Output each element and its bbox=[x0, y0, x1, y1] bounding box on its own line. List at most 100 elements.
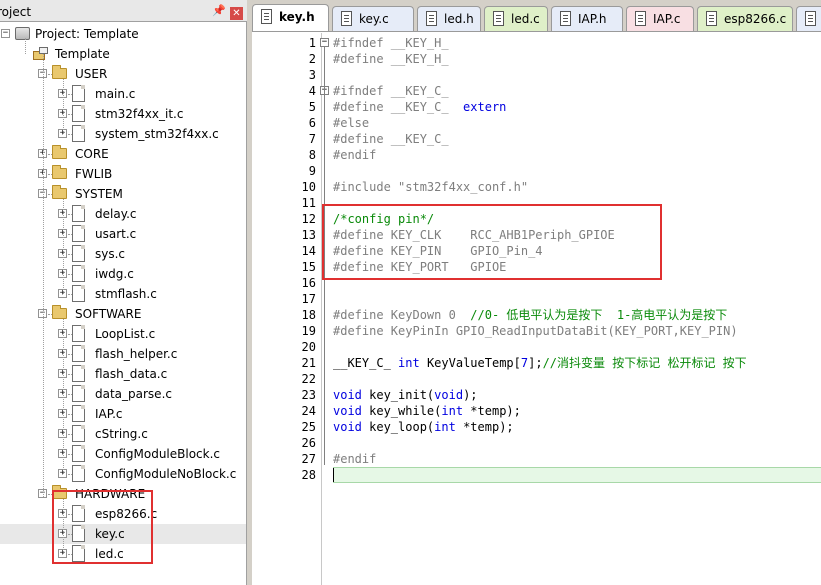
tree-row-data-parse-c[interactable]: + data_parse.c bbox=[0, 384, 246, 404]
tab-led-c[interactable]: led.c bbox=[484, 6, 548, 31]
c-file-icon bbox=[72, 345, 85, 362]
target-icon-board bbox=[39, 47, 48, 54]
tree-row-system[interactable]: − SYSTEM bbox=[0, 184, 246, 204]
code-line[interactable]: void key_loop(int *temp); bbox=[333, 419, 514, 435]
line-number: 15 bbox=[301, 260, 316, 274]
c-file-icon bbox=[72, 365, 85, 382]
code-line[interactable] bbox=[333, 467, 821, 483]
tree-row-sys-c[interactable]: + sys.c bbox=[0, 244, 246, 264]
tree-connector bbox=[63, 79, 64, 134]
code-line[interactable]: #define KeyPinIn GPIO_ReadInputDataBit(K… bbox=[333, 323, 738, 339]
tree-row-flash-helper-c[interactable]: + flash_helper.c bbox=[0, 344, 246, 364]
code-line[interactable]: #define __KEY_H_ bbox=[333, 51, 449, 67]
tab-label: led.h bbox=[444, 12, 474, 26]
tree-item-label: LoopList.c bbox=[95, 327, 156, 341]
tree-row-stm32f4xx-it-c[interactable]: + stm32f4xx_it.c bbox=[0, 104, 246, 124]
line-number: 7 bbox=[308, 132, 316, 146]
line-number: 18 bbox=[301, 308, 316, 322]
tree-row-iwdg-c[interactable]: + iwdg.c bbox=[0, 264, 246, 284]
tree-item-label: SYSTEM bbox=[75, 187, 123, 201]
tab-co[interactable]: Co bbox=[796, 6, 821, 31]
tree-connector bbox=[68, 474, 72, 475]
code-line[interactable]: #define KeyDown 0 //0- 低电平认为是按下 1-高电平认为是… bbox=[333, 307, 727, 323]
code-line[interactable]: #else bbox=[333, 115, 369, 131]
line-number: 13 bbox=[301, 228, 316, 242]
tree-item-label: IAP.c bbox=[95, 407, 123, 421]
line-number: 5 bbox=[308, 100, 316, 114]
tree-row-usart-c[interactable]: + usart.c bbox=[0, 224, 246, 244]
line-number: 20 bbox=[301, 340, 316, 354]
document-icon bbox=[706, 11, 717, 26]
tree-row-template[interactable]: Template bbox=[0, 44, 246, 64]
line-number: 6 bbox=[308, 116, 316, 130]
tree-connector bbox=[68, 434, 72, 435]
code-line[interactable]: __KEY_C_ int KeyValueTemp[7];//消抖变量 按下标记… bbox=[333, 355, 747, 371]
code-token: __KEY_C_ bbox=[333, 356, 399, 370]
code-line[interactable]: #include "stm32f4xx_conf.h" bbox=[333, 179, 528, 195]
tree-connector bbox=[68, 234, 72, 235]
tree-connector bbox=[63, 199, 64, 294]
tab-led-h[interactable]: led.h bbox=[417, 6, 481, 31]
tree-row-configmoduleblock-c[interactable]: + ConfigModuleBlock.c bbox=[0, 444, 246, 464]
tree-item-label: flash_data.c bbox=[95, 367, 168, 381]
tab-key-h[interactable]: key.h bbox=[252, 4, 329, 31]
tree-row-system-stm32f4xx-c[interactable]: + system_stm32f4xx.c bbox=[0, 124, 246, 144]
tab-label: esp8266.c bbox=[724, 12, 787, 26]
line-number: 10 bbox=[301, 180, 316, 194]
tree-row-delay-c[interactable]: + delay.c bbox=[0, 204, 246, 224]
tab-label: key.c bbox=[359, 12, 389, 26]
pin-icon[interactable]: 📌 bbox=[212, 5, 226, 17]
code-line[interactable]: #ifndef __KEY_C_ bbox=[333, 83, 449, 99]
tree-item-label: sys.c bbox=[95, 247, 126, 261]
code-line[interactable]: #endif bbox=[333, 451, 376, 467]
tree-row-project-template[interactable]: − Project: Template bbox=[0, 24, 246, 44]
tab-label: led.c bbox=[511, 12, 540, 26]
tab-esp8266-c[interactable]: esp8266.c bbox=[697, 6, 793, 31]
c-file-icon bbox=[72, 445, 85, 462]
c-file-icon bbox=[72, 405, 85, 422]
tree-row-configmodulenoblock-c[interactable]: + ConfigModuleNoBlock.c bbox=[0, 464, 246, 484]
line-number: 8 bbox=[308, 148, 316, 162]
tree-row-software[interactable]: − SOFTWARE bbox=[0, 304, 246, 324]
code-token: #define __KEY_H_ bbox=[333, 52, 449, 66]
code-token: ]; bbox=[528, 356, 543, 370]
code-token: key_while( bbox=[361, 404, 442, 418]
tree-connector bbox=[48, 174, 52, 175]
close-icon[interactable]: ✕ bbox=[230, 7, 243, 20]
document-icon bbox=[426, 11, 437, 26]
tree-item-label: iwdg.c bbox=[95, 267, 134, 281]
tab-label: IAP.c bbox=[653, 12, 681, 26]
tab-iap-c[interactable]: IAP.c bbox=[626, 6, 694, 31]
tree-connector bbox=[68, 454, 72, 455]
config-pin-highlight bbox=[322, 204, 662, 280]
tree-row-iap-c[interactable]: + IAP.c bbox=[0, 404, 246, 424]
tree-item-label: ConfigModuleBlock.c bbox=[95, 447, 221, 461]
code-token: #define __KEY_C_ bbox=[333, 100, 464, 114]
code-area[interactable]: #ifndef __KEY_H_ #define __KEY_H_ #ifndef … bbox=[333, 33, 821, 585]
code-line[interactable]: void key_while(int *temp); bbox=[333, 403, 521, 419]
tree-row-cstring-c[interactable]: + cString.c bbox=[0, 424, 246, 444]
tab-key-c[interactable]: key.c bbox=[332, 6, 414, 31]
line-number: 24 bbox=[301, 404, 316, 418]
code-line[interactable]: #ifndef __KEY_H_ bbox=[333, 35, 449, 51]
collapse-icon[interactable]: − bbox=[1, 29, 10, 38]
tree-row-user[interactable]: − USER bbox=[0, 64, 246, 84]
code-token: #define KeyPinIn GPIO_ReadInputDataBit(K… bbox=[333, 324, 738, 338]
code-line[interactable]: #endif bbox=[333, 147, 376, 163]
folder-icon bbox=[52, 305, 67, 319]
tree-row-main-c[interactable]: + main.c bbox=[0, 84, 246, 104]
tree-row-core[interactable]: + CORE bbox=[0, 144, 246, 164]
tree-row-fwlib[interactable]: + FWLIB bbox=[0, 164, 246, 184]
line-number: 16 bbox=[301, 276, 316, 290]
tree-row-stmflash-c[interactable]: + stmflash.c bbox=[0, 284, 246, 304]
code-line[interactable]: void key_init(void); bbox=[333, 387, 478, 403]
fold-toggle-icon[interactable]: − bbox=[320, 38, 329, 47]
tree-row-flash-data-c[interactable]: + flash_data.c bbox=[0, 364, 246, 384]
tree-row-looplist-c[interactable]: + LoopList.c bbox=[0, 324, 246, 344]
code-line[interactable]: #define __KEY_C_ bbox=[333, 131, 449, 147]
document-icon bbox=[635, 11, 646, 26]
document-icon bbox=[261, 9, 272, 24]
code-token: #ifndef __KEY_C_ bbox=[333, 84, 449, 98]
code-line[interactable]: #define __KEY_C_ extern bbox=[333, 99, 506, 115]
tab-iap-h[interactable]: IAP.h bbox=[551, 6, 623, 31]
